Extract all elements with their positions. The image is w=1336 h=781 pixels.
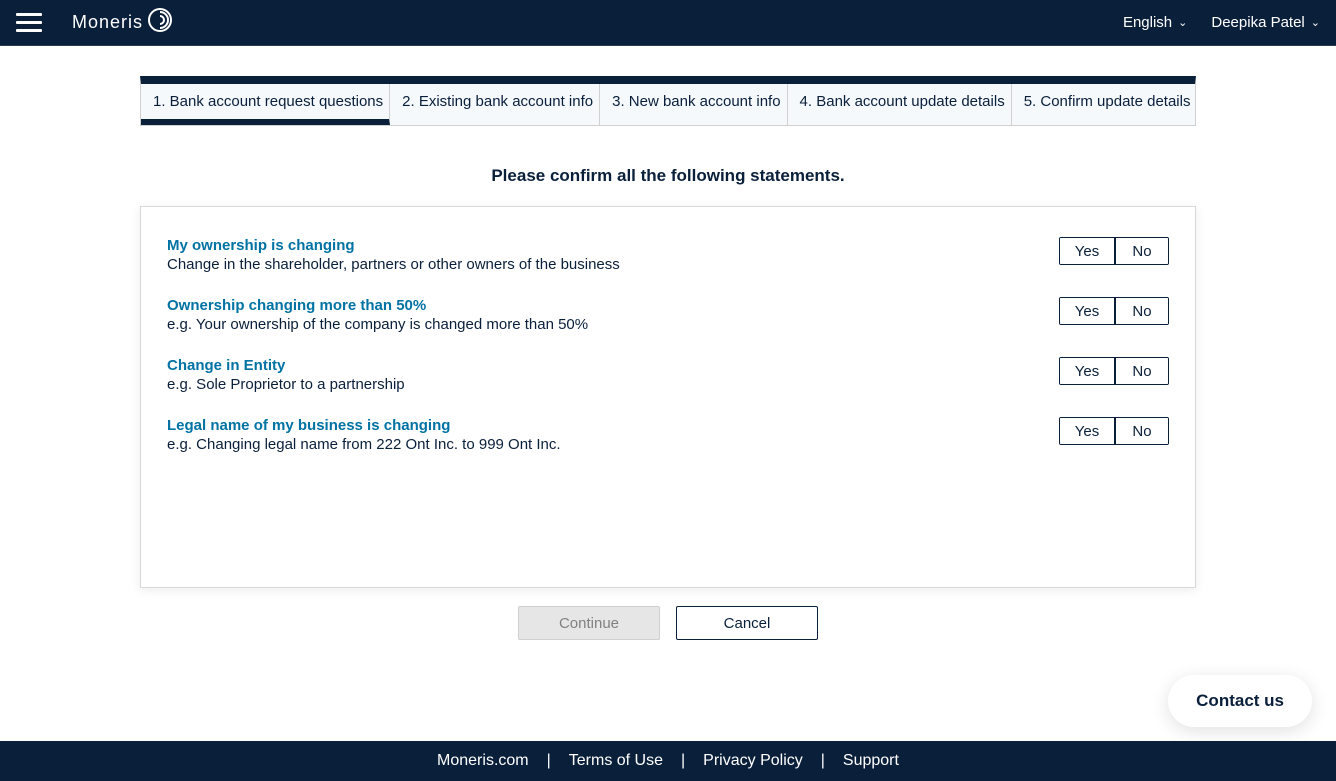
yesno-toggle: Yes No: [1059, 417, 1169, 445]
step-label: 2. Existing bank account info: [402, 93, 593, 110]
cancel-button[interactable]: Cancel: [676, 606, 818, 640]
continue-button[interactable]: Continue: [518, 606, 660, 640]
question-desc: e.g. Changing legal name from 222 Ont In…: [167, 436, 1019, 453]
menu-icon[interactable]: [16, 13, 42, 32]
swirl-icon: [145, 5, 175, 35]
step-1[interactable]: 1. Bank account request questions: [141, 84, 390, 125]
yesno-toggle: Yes No: [1059, 237, 1169, 265]
footer-link-moneris[interactable]: Moneris.com: [437, 752, 529, 770]
no-button[interactable]: No: [1114, 358, 1168, 384]
questions-card: My ownership is changing Change in the s…: [140, 206, 1196, 588]
footer-link-privacy[interactable]: Privacy Policy: [703, 752, 803, 770]
brand-text: Moneris: [72, 12, 143, 33]
yes-button[interactable]: Yes: [1060, 298, 1114, 324]
stepper: 1. Bank account request questions 2. Exi…: [140, 76, 1196, 126]
question-row: My ownership is changing Change in the s…: [167, 237, 1169, 273]
header-bar: Moneris English ⌄ Deepika Patel ⌄: [0, 0, 1336, 46]
question-title: My ownership is changing: [167, 237, 1019, 254]
brand-logo[interactable]: Moneris: [72, 8, 175, 38]
button-row: Continue Cancel: [140, 606, 1196, 640]
step-2[interactable]: 2. Existing bank account info: [390, 84, 600, 125]
footer-link-support[interactable]: Support: [843, 752, 899, 770]
step-label: 4. Bank account update details: [800, 93, 1005, 110]
yes-button[interactable]: Yes: [1060, 418, 1114, 444]
separator: |: [821, 752, 825, 770]
yes-button[interactable]: Yes: [1060, 238, 1114, 264]
footer-link-terms[interactable]: Terms of Use: [569, 752, 663, 770]
step-label: 3. New bank account info: [612, 93, 780, 110]
contact-us-button[interactable]: Contact us: [1168, 675, 1312, 727]
question-row: Ownership changing more than 50% e.g. Yo…: [167, 297, 1169, 333]
question-desc: Change in the shareholder, partners or o…: [167, 256, 1019, 273]
question-row: Change in Entity e.g. Sole Proprietor to…: [167, 357, 1169, 393]
user-menu[interactable]: Deepika Patel ⌄: [1211, 14, 1320, 31]
question-title: Ownership changing more than 50%: [167, 297, 1019, 314]
yesno-toggle: Yes No: [1059, 297, 1169, 325]
step-label: 1. Bank account request questions: [153, 93, 383, 110]
yesno-toggle: Yes No: [1059, 357, 1169, 385]
no-button[interactable]: No: [1114, 238, 1168, 264]
question-title: Change in Entity: [167, 357, 1019, 374]
user-name: Deepika Patel: [1211, 14, 1304, 31]
language-selector[interactable]: English ⌄: [1123, 14, 1187, 31]
question-desc: e.g. Sole Proprietor to a partnership: [167, 376, 1019, 393]
step-4[interactable]: 4. Bank account update details: [788, 84, 1012, 125]
footer: Moneris.com | Terms of Use | Privacy Pol…: [0, 741, 1336, 781]
question-title: Legal name of my business is changing: [167, 417, 1019, 434]
step-label: 5. Confirm update details: [1024, 93, 1191, 110]
yes-button[interactable]: Yes: [1060, 358, 1114, 384]
instruction-text: Please confirm all the following stateme…: [140, 166, 1196, 186]
no-button[interactable]: No: [1114, 298, 1168, 324]
question-row: Legal name of my business is changing e.…: [167, 417, 1169, 453]
separator: |: [681, 752, 685, 770]
step-3[interactable]: 3. New bank account info: [600, 84, 787, 125]
chevron-down-icon: ⌄: [1178, 16, 1187, 29]
question-desc: e.g. Your ownership of the company is ch…: [167, 316, 1019, 333]
no-button[interactable]: No: [1114, 418, 1168, 444]
separator: |: [547, 752, 551, 770]
chevron-down-icon: ⌄: [1311, 16, 1320, 29]
step-5[interactable]: 5. Confirm update details: [1012, 84, 1197, 125]
language-label: English: [1123, 14, 1172, 31]
